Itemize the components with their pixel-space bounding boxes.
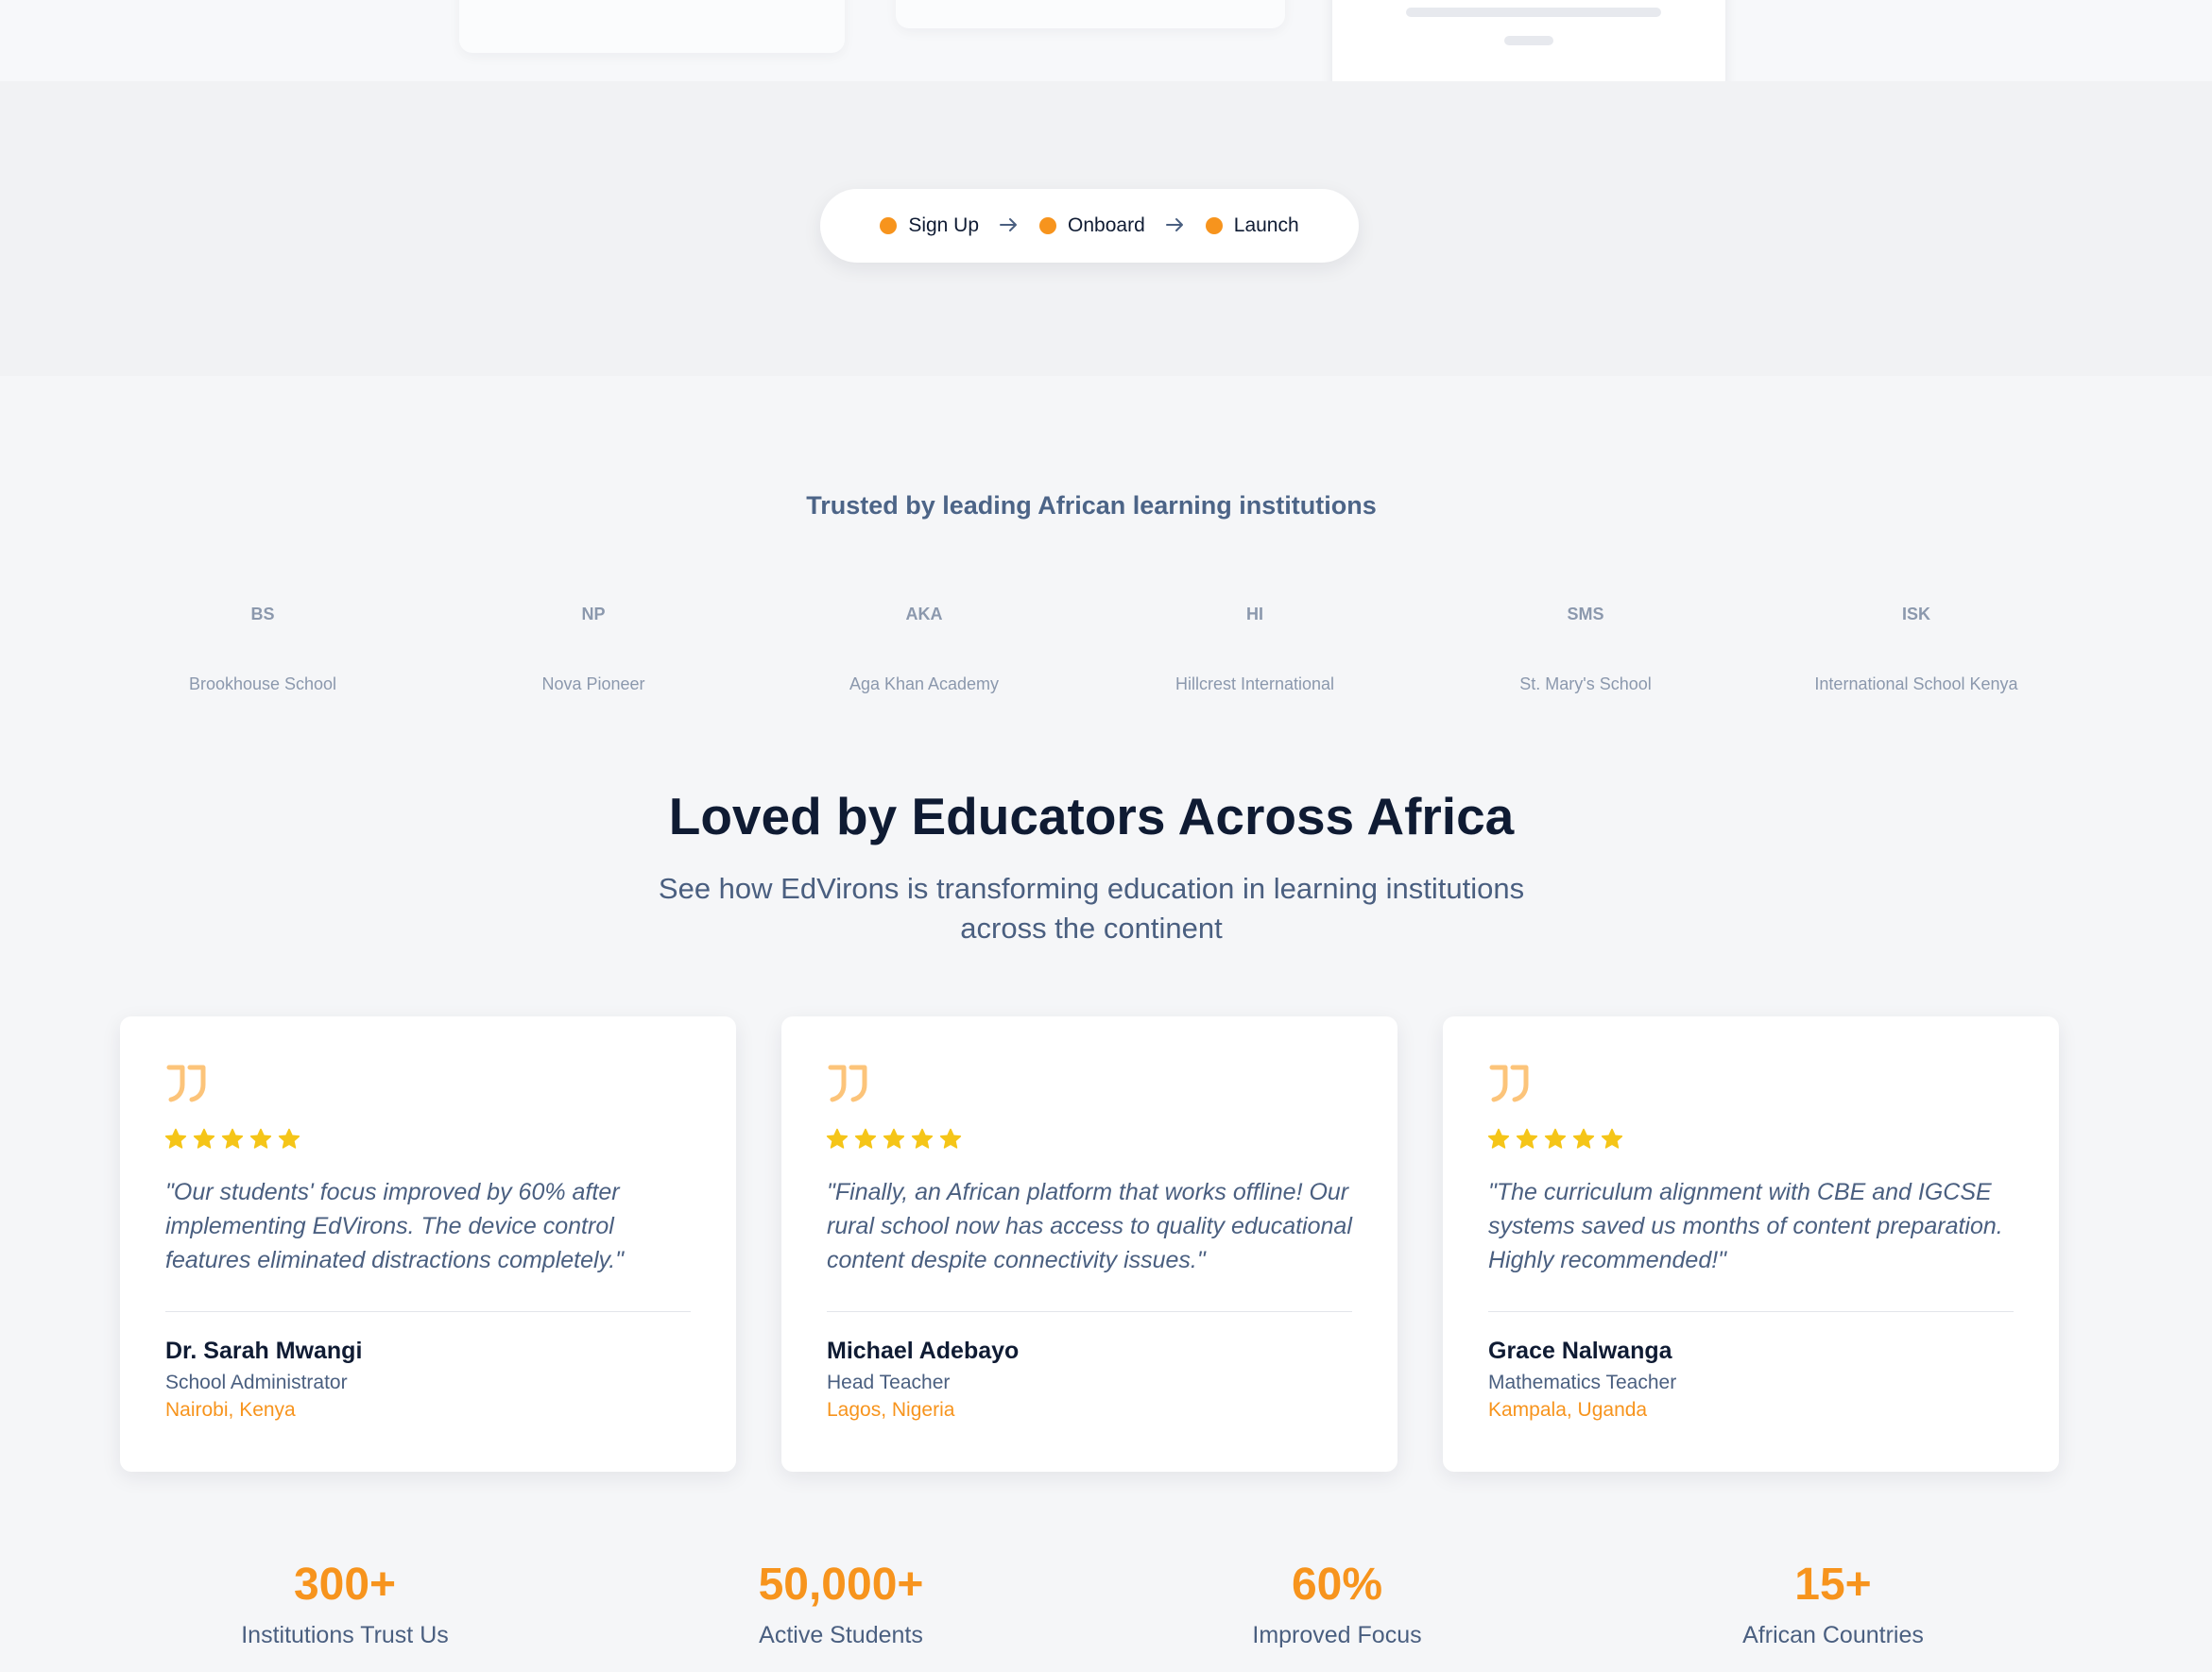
institution-name: Brookhouse School (188, 674, 337, 693)
author-role: School Administrator (165, 1372, 348, 1393)
star-icon (1487, 1128, 1510, 1149)
stat-value: 50,000+ (758, 1560, 924, 1610)
institution-logo: AKA Aga Khan Academy (773, 605, 1075, 694)
stat-label: Active Students (759, 1622, 923, 1648)
institution-name: Aga Khan Academy (849, 674, 1000, 693)
step-sign-up: Sign Up (880, 214, 979, 237)
star-icon (193, 1128, 215, 1149)
star-icon (911, 1128, 934, 1149)
step-label: Sign Up (908, 214, 980, 236)
star-icon (1544, 1128, 1567, 1149)
institution-abbr: AKA (905, 605, 943, 623)
author-name: Michael Adebayo (827, 1338, 1020, 1364)
star-icon (854, 1128, 877, 1149)
divider (827, 1311, 1352, 1312)
star-icon (278, 1128, 300, 1149)
trusted-title: Trusted by leading African learning inst… (806, 491, 1377, 520)
divider (165, 1311, 691, 1312)
author-role: Head Teacher (827, 1372, 951, 1393)
feature-card-partial (896, 0, 1285, 28)
stat-label: African Countries (1742, 1622, 1924, 1648)
quote-icon (828, 1065, 867, 1102)
stat-institutions: 300+ Institutions Trust Us (156, 1559, 534, 1649)
institution-logo: NP Nova Pioneer (442, 605, 745, 694)
author-name: Grace Nalwanga (1488, 1338, 1672, 1364)
step-dot (1039, 217, 1057, 234)
stat-label: Institutions Trust Us (241, 1622, 449, 1648)
author-location: Nairobi, Kenya (165, 1399, 296, 1421)
onboarding-steps: Sign Up Onboard Launch (820, 189, 1359, 263)
institution-logo: SMS St. Mary's School (1434, 605, 1737, 694)
divider (1488, 1311, 2014, 1312)
star-icon (164, 1128, 187, 1149)
faded-text (1504, 36, 1553, 45)
stat-countries: 15+ African Countries (1644, 1559, 2022, 1649)
star-rating (164, 1128, 300, 1151)
quote-icon (1489, 1065, 1529, 1102)
institution-logo: ISK International School Kenya (1765, 605, 2067, 694)
star-icon (939, 1128, 962, 1149)
testimonial-quote: "Our students' focus improved by 60% aft… (165, 1179, 625, 1273)
feature-card-partial (459, 0, 845, 53)
institution-abbr: BS (250, 605, 275, 623)
step-label: Launch (1233, 214, 1299, 236)
step-label: Onboard (1068, 214, 1145, 236)
star-icon (883, 1128, 905, 1149)
star-icon (826, 1128, 849, 1149)
step-dot (880, 217, 898, 234)
institution-name: St. Mary's School (1519, 674, 1652, 693)
institution-name: Hillcrest International (1175, 674, 1335, 693)
testimonial-card: "Our students' focus improved by 60% aft… (120, 1016, 736, 1472)
quote-icon (166, 1065, 206, 1102)
star-icon (1516, 1128, 1538, 1149)
faded-text (1406, 8, 1661, 17)
testimonial-quote: "The curriculum alignment with CBE and I… (1488, 1179, 2003, 1273)
star-rating (1487, 1128, 1623, 1151)
section-title: Loved by Educators Across Africa (668, 787, 1515, 845)
author-location: Lagos, Nigeria (827, 1399, 955, 1421)
author-name: Dr. Sarah Mwangi (165, 1338, 363, 1364)
stat-value: 60% (1291, 1560, 1383, 1610)
testimonial-card: "Finally, an African platform that works… (781, 1016, 1398, 1472)
star-rating (826, 1128, 962, 1151)
step-dot (1205, 217, 1223, 234)
star-icon (1601, 1128, 1623, 1149)
star-icon (221, 1128, 244, 1149)
institution-logo: HI Hillcrest International (1104, 605, 1406, 694)
stat-students: 50,000+ Active Students (652, 1559, 1030, 1649)
arrow-right-icon (1000, 213, 1019, 238)
author-role: Mathematics Teacher (1488, 1372, 1677, 1393)
institution-abbr: HI (1246, 605, 1263, 623)
institution-abbr: SMS (1567, 605, 1604, 623)
stat-value: 15+ (1794, 1560, 1872, 1610)
testimonial-quote: "Finally, an African platform that works… (827, 1179, 1352, 1273)
institution-name: International School Kenya (1814, 674, 2018, 693)
stat-focus: 60% Improved Focus (1148, 1559, 1526, 1649)
institution-logo: BS Brookhouse School (111, 605, 414, 694)
institution-name: Nova Pioneer (541, 674, 645, 693)
previous-section-bottom (0, 0, 2212, 98)
institution-abbr: NP (581, 605, 606, 623)
step-onboard: Onboard (1039, 214, 1145, 237)
testimonial-card: "The curriculum alignment with CBE and I… (1443, 1016, 2059, 1472)
step-launch: Launch (1205, 214, 1299, 237)
author-location: Kampala, Uganda (1488, 1399, 1648, 1421)
institution-abbr: ISK (1901, 605, 1930, 623)
section-subtitle: See how EdVirons is transforming educati… (658, 872, 1525, 945)
star-icon (249, 1128, 272, 1149)
stat-value: 300+ (293, 1560, 397, 1610)
arrow-right-icon (1165, 213, 1185, 238)
stat-label: Improved Focus (1252, 1622, 1422, 1648)
star-icon (1572, 1128, 1595, 1149)
